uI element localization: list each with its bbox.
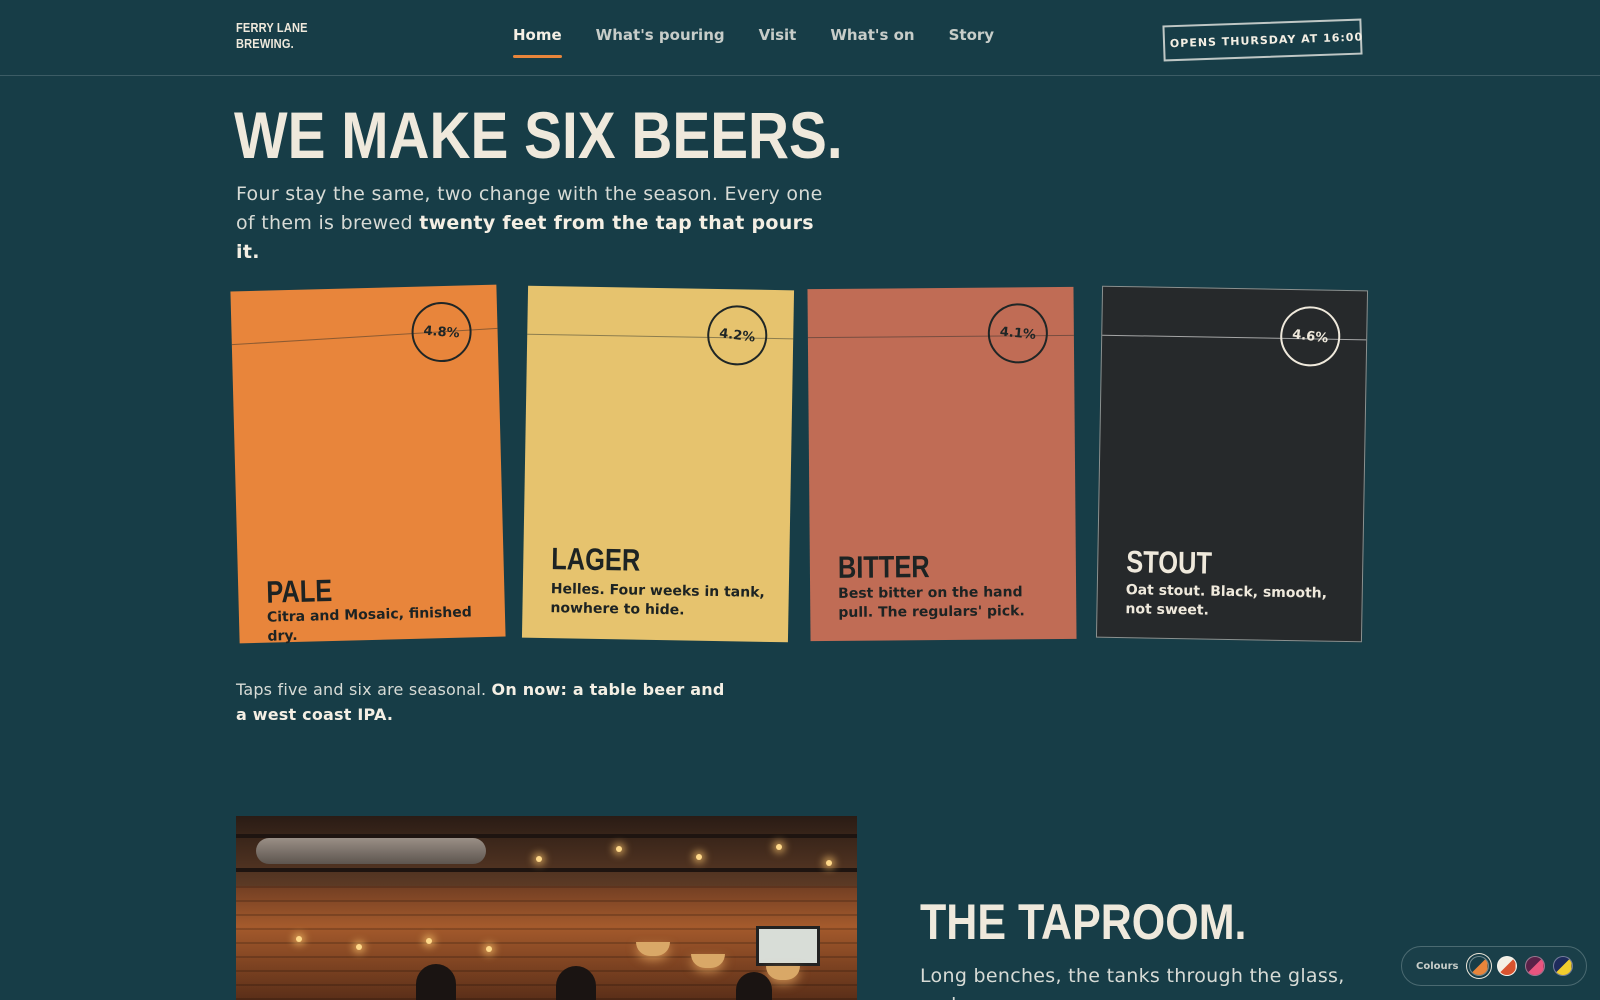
site-header: FERRY LANE BREWING. Home What's pouring … [0,0,1600,76]
photo-bulb [536,856,542,862]
photo-bulb [696,854,702,860]
nav-story[interactable]: Story [949,26,994,44]
beer-name: PALE [265,572,333,610]
brand-line-2: BREWING. [236,36,294,51]
beer-card-pale[interactable]: 4.8% PALE Citra and Mosaic, finished dry… [230,284,506,645]
page-title: WE MAKE SIX BEERS. [234,98,843,172]
abv-badge: 4.2% [703,301,771,369]
photo-person [416,964,456,1000]
seasonal-note: Taps five and six are seasonal. On now: … [236,677,736,727]
colour-theme-switcher: Colours [1401,946,1587,986]
nav-whats-on[interactable]: What's on [830,26,914,44]
abv-badge: 4.1% [985,300,1051,367]
photo-beam [236,868,857,872]
seasonal-note-plain: Taps five and six are seasonal. [236,680,492,699]
taproom-text: Long benches, the tanks through the glas… [920,965,1345,1000]
beer-name: LAGER [551,541,641,578]
nav-visit[interactable]: Visit [759,26,797,44]
brand-line-1: FERRY LANE [236,20,308,35]
taproom-photo [236,816,857,1000]
photo-duct [256,838,486,864]
photo-bulb [616,846,622,852]
beer-card-lager[interactable]: 4.2% LAGER Helles. Four weeks in tank, n… [521,285,795,643]
beer-card-stout[interactable]: 4.6% STOUT Oat stout. Black, smooth, not… [1095,285,1369,643]
photo-person [736,972,772,1000]
brand-logo[interactable]: FERRY LANE BREWING. [236,20,308,52]
photo-bulb [426,938,432,944]
abv-badge: 4.8% [409,299,474,365]
theme-swatch-plum-pink[interactable] [1524,956,1545,976]
beer-description: Citra and Mosaic, finished dry. [266,604,473,645]
main-nav: Home What's pouring Visit What's on Stor… [513,26,1028,58]
nav-home[interactable]: Home [513,26,562,58]
theme-swatch-cream-red[interactable] [1496,956,1517,976]
beer-description: Helles. Four weeks in tank, nowhere to h… [550,581,765,619]
beer-description: Best bitter on the hand pull. The regula… [838,584,1025,621]
nav-whats-pouring[interactable]: What's pouring [596,26,725,44]
photo-bulb [356,944,362,950]
beer-card-bitter[interactable]: 4.1% BITTER Best bitter on the hand pull… [807,286,1077,642]
colour-switcher-label: Colours [1416,960,1459,972]
abv-badge: 4.6% [1276,302,1344,370]
photo-bulb [296,936,302,942]
photo-bulb [776,844,782,850]
photo-bulb [826,860,832,866]
beer-name: STOUT [1125,544,1213,581]
theme-swatch-teal-orange[interactable] [1468,956,1489,976]
opening-times-label: OPENS THURSDAY AT 16:00 [1169,29,1364,50]
photo-bulb [486,946,492,952]
theme-swatch-navy-yellow[interactable] [1552,956,1573,976]
hero-subtitle: Four stay the same, two change with the … [236,180,826,267]
beer-name: BITTER [837,549,930,585]
photo-tv-screen [756,926,820,966]
taproom-heading: THE TAPROOM. [920,894,1247,950]
beer-description: Oat stout. Black, smooth, not sweet. [1125,582,1328,619]
photo-person [556,966,596,1000]
opening-times-badge[interactable]: OPENS THURSDAY AT 16:00 [1161,18,1364,62]
